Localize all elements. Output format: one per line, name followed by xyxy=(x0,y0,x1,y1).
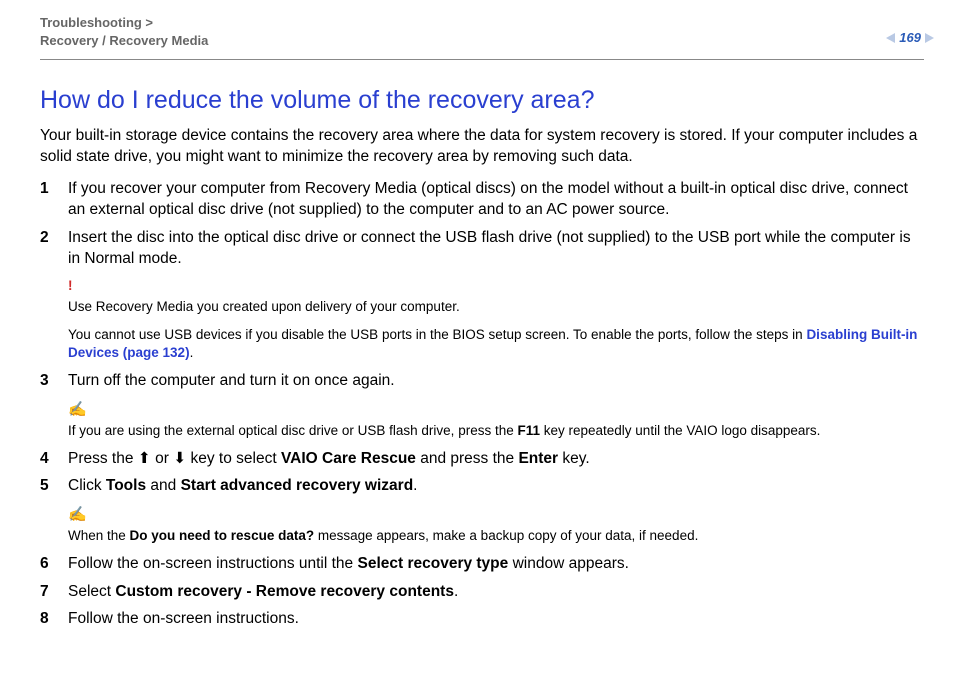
step-7: Select Custom recovery - Remove recovery… xyxy=(40,581,924,602)
f11-key: F11 xyxy=(517,423,540,438)
page: Troubleshooting > Recovery / Recovery Me… xyxy=(0,0,954,675)
breadcrumb-line1: Troubleshooting > xyxy=(40,15,153,30)
up-arrow-icon: ⬆ xyxy=(138,450,151,467)
tip-icon: ✍ xyxy=(68,400,924,420)
alert-line2: You cannot use USB devices if you disabl… xyxy=(68,326,924,362)
step-5: Click Tools and Start advanced recovery … xyxy=(40,475,924,496)
alert-line1: Use Recovery Media you created upon deli… xyxy=(68,298,924,316)
tip-icon: ✍ xyxy=(68,505,924,525)
next-page-icon[interactable] xyxy=(925,33,934,43)
breadcrumb-line2: Recovery / Recovery Media xyxy=(40,33,208,48)
step-3: Turn off the computer and turn it on onc… xyxy=(40,370,924,391)
prev-page-icon[interactable] xyxy=(886,33,895,43)
alert-note: ! Use Recovery Media you created upon de… xyxy=(68,277,924,362)
alert-icon: ! xyxy=(68,277,924,295)
page-number: 169 xyxy=(899,30,921,45)
down-arrow-icon: ⬇ xyxy=(173,450,186,467)
tip-note-2: ✍ When the Do you need to rescue data? m… xyxy=(68,505,924,545)
breadcrumb: Troubleshooting > Recovery / Recovery Me… xyxy=(40,14,924,49)
step-8: Follow the on-screen instructions. xyxy=(40,608,924,629)
steps-list: If you recover your computer from Recove… xyxy=(40,178,924,630)
header-rule xyxy=(40,59,924,60)
page-number-nav: 169 xyxy=(886,30,934,45)
step-6: Follow the on-screen instructions until … xyxy=(40,553,924,574)
step-4: Press the ⬆ or ⬇ key to select VAIO Care… xyxy=(40,448,924,469)
step-2: Insert the disc into the optical disc dr… xyxy=(40,227,924,270)
page-title: How do I reduce the volume of the recove… xyxy=(40,86,924,115)
tip-note-1: ✍ If you are using the external optical … xyxy=(68,400,924,440)
intro-paragraph: Your built-in storage device contains th… xyxy=(40,125,924,168)
step-1: If you recover your computer from Recove… xyxy=(40,178,924,221)
